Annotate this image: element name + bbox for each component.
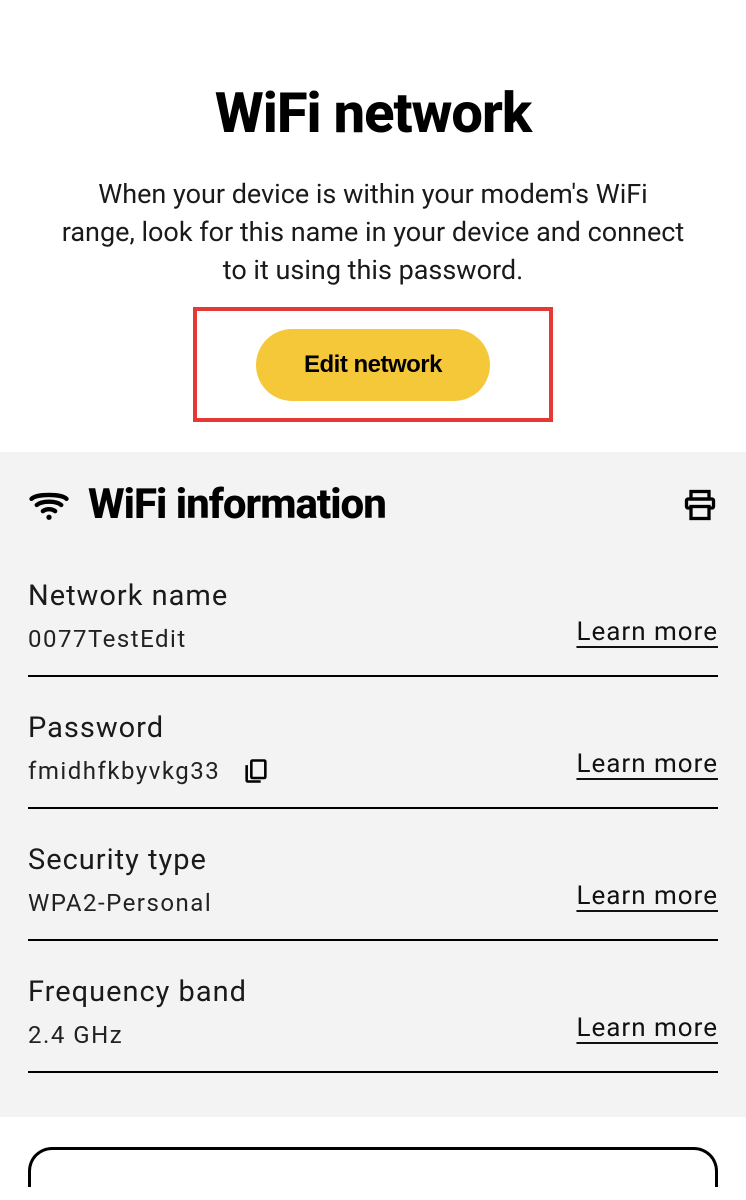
security-type-row: Security type WPA2-Personal Learn more — [28, 843, 718, 941]
edit-button-highlight: Edit network — [193, 307, 553, 422]
learn-more-password[interactable]: Learn more — [576, 749, 718, 779]
next-section-panel — [28, 1147, 718, 1187]
frequency-band-label: Frequency band — [28, 975, 247, 1009]
page-description: When your device is within your modem's … — [50, 176, 696, 289]
wifi-icon — [28, 484, 70, 526]
network-name-row: Network name 0077TestEdit Learn more — [28, 579, 718, 677]
edit-network-button[interactable]: Edit network — [256, 329, 490, 401]
learn-more-security-type[interactable]: Learn more — [576, 881, 718, 911]
learn-more-frequency-band[interactable]: Learn more — [576, 1013, 718, 1043]
copy-icon[interactable] — [242, 757, 270, 785]
frequency-band-row: Frequency band 2.4 GHz Learn more — [28, 975, 718, 1073]
learn-more-network-name[interactable]: Learn more — [576, 617, 718, 647]
frequency-band-value: 2.4 GHz — [28, 1021, 123, 1049]
password-value: fmidhfkbyvkg33 — [28, 757, 220, 785]
wifi-info-section: WiFi information Network name 0077TestEd… — [0, 452, 746, 1117]
security-type-value: WPA2-Personal — [28, 889, 212, 917]
section-title: WiFi information — [88, 480, 386, 529]
network-name-label: Network name — [28, 579, 228, 613]
page-title: WiFi network — [50, 80, 696, 146]
print-icon[interactable] — [682, 487, 718, 523]
password-row: Password fmidhfkbyvkg33 Learn more — [28, 711, 718, 809]
network-name-value: 0077TestEdit — [28, 625, 187, 653]
password-label: Password — [28, 711, 270, 745]
security-type-label: Security type — [28, 843, 212, 877]
